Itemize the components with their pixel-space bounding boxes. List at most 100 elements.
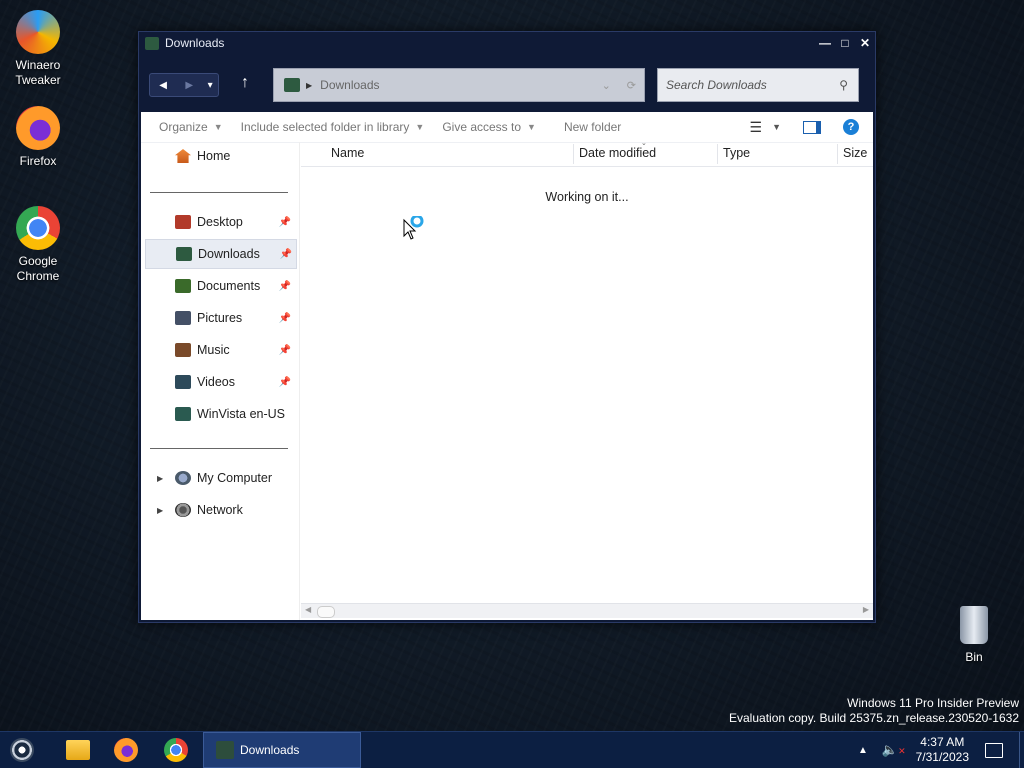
nav-item-label: Music	[197, 343, 230, 357]
watermark-line: Windows 11 Pro Insider Preview	[847, 696, 1019, 710]
column-divider[interactable]	[717, 144, 718, 164]
start-button[interactable]	[4, 732, 40, 768]
folder-icon	[175, 407, 191, 421]
preview-pane-icon[interactable]	[803, 120, 821, 134]
navigation-pane: Home Desktop 📌 Downloads 📌 Documents 📌 P…	[141, 142, 300, 620]
show-hidden-icons-icon[interactable]: ▲	[858, 745, 868, 756]
breadcrumb-chevron-icon[interactable]: ▶	[306, 81, 312, 90]
search-box[interactable]: Search Downloads ⚲	[657, 68, 859, 102]
taskbar-downloads-window[interactable]: Downloads	[203, 732, 361, 768]
pin-icon[interactable]: 📌	[279, 345, 291, 356]
chevron-down-icon: ▼	[527, 122, 536, 132]
organize-label: Organize	[159, 120, 208, 134]
winaero-tweaker-icon	[16, 10, 60, 54]
nav-item-downloads[interactable]: Downloads 📌	[145, 239, 297, 269]
view-options-icon[interactable]: ☰	[750, 119, 763, 136]
command-bar: Organize ▼ Include selected folder in lib…	[141, 112, 873, 143]
horizontal-scrollbar[interactable]: ◀ ▶	[301, 603, 873, 618]
nav-item-label: WinVista en-US	[197, 407, 285, 421]
nav-item-label: Downloads	[198, 247, 260, 261]
recent-locations-button[interactable]: ▾	[202, 74, 218, 96]
nav-item-pictures[interactable]: Pictures 📌	[145, 304, 295, 332]
back-button[interactable]: ◀	[150, 74, 176, 96]
videos-folder-icon	[175, 375, 191, 389]
give-access-label: Give access to	[442, 120, 522, 134]
address-text[interactable]: Downloads	[320, 78, 379, 92]
address-dropdown-icon[interactable]: ⌄	[594, 79, 619, 92]
network-icon	[175, 503, 191, 517]
pin-icon[interactable]: 📌	[280, 249, 292, 260]
nav-item-videos[interactable]: Videos 📌	[145, 368, 295, 396]
start-orb-icon	[10, 738, 34, 762]
nav-item-label: Videos	[197, 375, 235, 389]
pin-icon[interactable]: 📌	[279, 313, 291, 324]
new-folder-label: New folder	[563, 120, 622, 134]
chevron-down-icon[interactable]: ▼	[772, 122, 781, 132]
desktop-icon-recycle-bin[interactable]: Bin	[939, 606, 1009, 665]
expand-arrow-icon[interactable]: ▶	[157, 506, 163, 515]
desktop-icon-label: Google Chrome	[16, 254, 60, 283]
include-library-label: Include selected folder in library	[240, 120, 410, 134]
pin-icon[interactable]: 📌	[279, 217, 291, 228]
expand-arrow-icon[interactable]: ▶	[157, 474, 163, 483]
busy-cursor-icon	[403, 214, 429, 245]
column-header-name[interactable]: Name	[331, 146, 364, 160]
folder-icon	[284, 78, 300, 92]
desktop-folder-icon	[175, 215, 191, 229]
search-icon[interactable]: ⚲	[839, 78, 848, 92]
status-message: Working on it...	[545, 190, 629, 204]
nav-item-music[interactable]: Music 📌	[145, 336, 295, 364]
evaluation-watermark: Windows 11 Pro Insider Preview Evaluatio…	[729, 696, 1019, 726]
nav-item-label: Home	[197, 149, 231, 163]
new-folder-button[interactable]: New folder	[564, 120, 621, 134]
organize-button[interactable]: Organize ▼	[159, 120, 223, 134]
pictures-folder-icon	[175, 311, 191, 325]
nav-item-documents[interactable]: Documents 📌	[145, 272, 295, 300]
desktop-icon-winaero[interactable]: Winaero Tweaker	[3, 10, 73, 88]
column-divider[interactable]	[837, 144, 838, 164]
file-list-pane: Name Date modified ⌄ Type Size Working o…	[301, 140, 873, 620]
scroll-left-icon[interactable]: ◀	[305, 605, 311, 614]
maximize-button[interactable]: □	[835, 33, 855, 53]
taskbar: Downloads ▲ 🔈✕ 4:37 AM 7/31/2023	[0, 731, 1024, 768]
address-bar[interactable]: ▶ Downloads ⌄ ⟳	[273, 68, 645, 102]
scroll-right-icon[interactable]: ▶	[863, 605, 869, 614]
column-divider[interactable]	[573, 144, 574, 164]
close-button[interactable]: ✕	[855, 33, 875, 53]
forward-button[interactable]: ▶	[176, 74, 202, 96]
nav-item-my-computer[interactable]: ▶ My Computer	[145, 464, 295, 492]
show-desktop-button[interactable]	[1019, 732, 1024, 768]
sort-indicator-icon: ⌄	[641, 140, 647, 147]
column-header-type[interactable]: Type	[723, 146, 750, 160]
search-input[interactable]: Search Downloads	[666, 78, 767, 92]
pin-icon[interactable]: 📌	[279, 281, 291, 292]
desktop-icon-label: Firefox	[19, 154, 57, 168]
refresh-icon[interactable]: ⟳	[619, 79, 644, 92]
desktop-icon-label: Bin	[965, 650, 983, 664]
nav-item-desktop[interactable]: Desktop 📌	[145, 208, 295, 236]
pin-icon[interactable]: 📌	[279, 377, 291, 388]
up-arrow-icon[interactable]: ↑	[241, 74, 249, 92]
give-access-button[interactable]: Give access to ▼	[442, 120, 536, 134]
desktop-icon-chrome[interactable]: Google Chrome	[3, 206, 73, 284]
minimize-button[interactable]: —	[815, 33, 835, 53]
nav-item-home[interactable]: Home	[145, 142, 295, 170]
include-in-library-button[interactable]: Include selected folder in library ▼	[241, 120, 425, 134]
desktop-icon-firefox[interactable]: Firefox	[3, 106, 73, 169]
notification-center-icon[interactable]	[985, 742, 1003, 758]
volume-muted-icon[interactable]: 🔈✕	[882, 742, 906, 758]
nav-item-label: My Computer	[197, 471, 273, 485]
column-header-date-modified[interactable]: Date modified	[579, 146, 656, 160]
taskbar-file-explorer[interactable]	[60, 732, 96, 768]
nav-item-network[interactable]: ▶ Network	[145, 496, 295, 524]
column-header-size[interactable]: Size	[843, 146, 867, 160]
title-bar[interactable]: Downloads — □ ✕	[139, 32, 875, 54]
taskbar-chrome[interactable]	[158, 732, 194, 768]
scrollbar-thumb[interactable]	[317, 606, 335, 618]
folder-icon	[216, 741, 234, 759]
help-icon[interactable]: ?	[843, 119, 859, 135]
clock[interactable]: 4:37 AM 7/31/2023	[916, 735, 969, 765]
home-icon	[175, 149, 191, 163]
nav-item-winvista[interactable]: WinVista en-US	[145, 400, 295, 428]
taskbar-firefox[interactable]	[108, 732, 144, 768]
